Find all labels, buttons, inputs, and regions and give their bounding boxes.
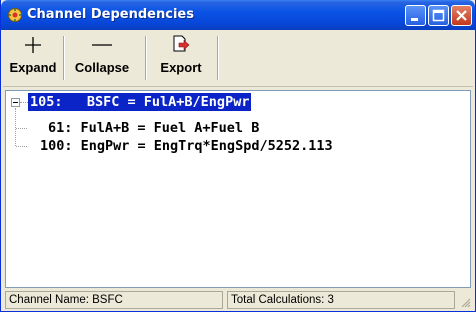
channel-network-icon[interactable] bbox=[7, 7, 23, 23]
channel-dependencies-window: Channel Dependencies Expand Collapse Exp… bbox=[0, 0, 476, 312]
minimize-button[interactable] bbox=[405, 5, 426, 26]
tree-connector bbox=[16, 128, 27, 129]
tree-collapse-toggle[interactable] bbox=[11, 98, 20, 107]
expand-button[interactable]: Expand bbox=[7, 32, 59, 84]
tree-connector bbox=[15, 108, 16, 146]
minimize-icon bbox=[411, 18, 418, 21]
status-channel-name: Channel Name: BSFC bbox=[5, 291, 223, 309]
title-bar[interactable]: Channel Dependencies bbox=[1, 0, 475, 30]
plus-icon bbox=[7, 34, 59, 60]
export-label: Export bbox=[160, 60, 202, 75]
export-button[interactable]: Export bbox=[151, 32, 211, 84]
status-bar: Channel Name: BSFC Total Calculations: 3 bbox=[3, 290, 473, 310]
tree-connector bbox=[16, 146, 27, 147]
maximize-button[interactable] bbox=[428, 5, 449, 26]
expand-label: Expand bbox=[9, 60, 57, 75]
maximize-icon bbox=[432, 9, 445, 22]
resize-grip-icon[interactable] bbox=[459, 296, 471, 308]
collapse-button[interactable]: Collapse bbox=[67, 32, 137, 84]
collapse-label: Collapse bbox=[74, 60, 130, 75]
toolbar-separator bbox=[63, 36, 65, 80]
tree-child-node[interactable]: 61: FulA+B = Fuel A+Fuel B bbox=[48, 119, 259, 137]
window-title: Channel Dependencies bbox=[27, 7, 194, 22]
minus-icon bbox=[67, 34, 137, 60]
toolbar-separator bbox=[145, 36, 147, 80]
toolbar-separator bbox=[217, 36, 219, 80]
close-icon bbox=[456, 10, 467, 21]
export-icon bbox=[151, 34, 211, 60]
tree-root-node[interactable]: 105: BSFC = FulA+B/EngPwr bbox=[28, 93, 252, 111]
toolbar: Expand Collapse Export bbox=[3, 30, 473, 87]
status-total-calculations: Total Calculations: 3 bbox=[227, 291, 455, 309]
tree-child-node[interactable]: 100: EngPwr = EngTrq*EngSpd/5252.113 bbox=[40, 137, 333, 155]
tree-connector bbox=[20, 102, 28, 103]
close-button[interactable] bbox=[451, 5, 472, 26]
dependency-tree[interactable]: 105: BSFC = FulA+B/EngPwr 61: FulA+B = F… bbox=[5, 90, 471, 288]
